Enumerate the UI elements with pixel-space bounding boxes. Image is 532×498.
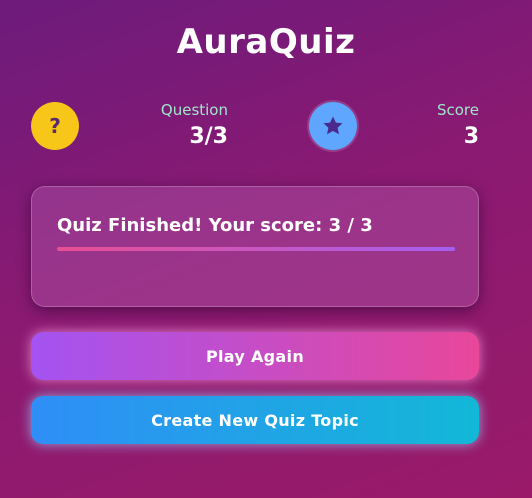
question-counter: 3/3 [189,124,228,149]
result-message: Quiz Finished! Your score: 3 / 3 [57,215,373,236]
app-title: AuraQuiz [176,22,356,62]
question-icon: ? [31,102,79,150]
result-card: Quiz Finished! Your score: 3 / 3 [31,186,479,307]
star-icon [309,102,357,150]
score-label: Score [436,101,479,119]
progress-bar [57,247,455,251]
create-new-quiz-topic-button[interactable]: Create New Quiz Topic [31,396,479,444]
star-icon-svg [323,116,343,135]
question-label: Question [160,101,228,119]
score-value: 3 [463,124,479,149]
question-glyph: ? [49,114,61,138]
play-again-button[interactable]: Play Again [31,332,479,380]
